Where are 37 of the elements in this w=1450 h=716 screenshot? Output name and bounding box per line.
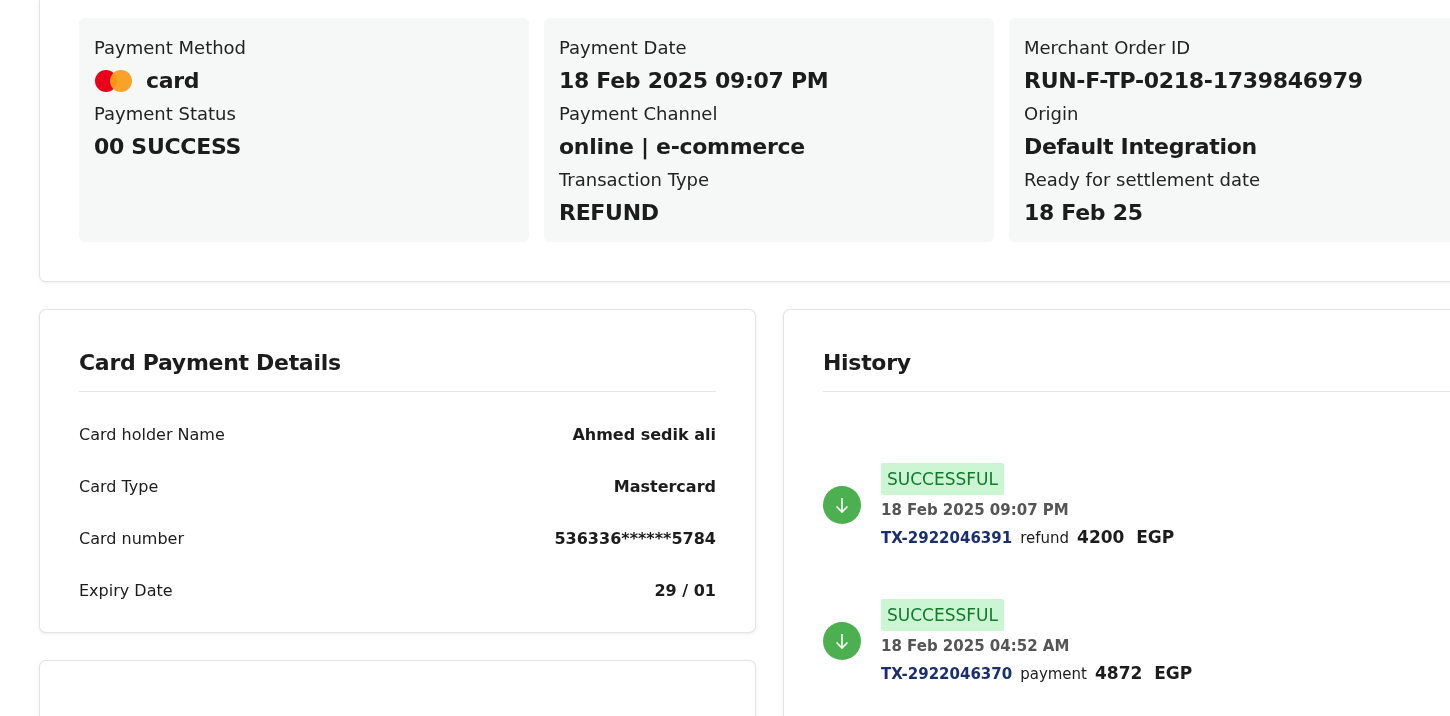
field-value: REFUND <box>559 199 659 227</box>
field-label: Payment Date <box>559 36 688 60</box>
detail-label: Expiry Date <box>79 580 173 600</box>
card-title: History <box>823 350 1450 392</box>
field-value: RUN-F-TP-0218-1739846979 <box>1024 67 1363 95</box>
field-label: Payment Channel <box>559 102 719 126</box>
field-label: Ready for settlement date <box>1024 168 1262 192</box>
detail-value: 29 / 01 <box>654 580 716 600</box>
detail-value: Mastercard <box>613 476 716 496</box>
field-value: 00 SUCCESS <box>94 133 241 161</box>
history-date: 18 Feb 2025 09:07 PM <box>881 500 1069 521</box>
transaction-amount: 4872 EGP <box>1095 663 1193 683</box>
field-value: online | e-commerce <box>559 133 805 162</box>
field-label: Origin <box>1024 102 1080 126</box>
status-badge: SUCCESSFUL <box>881 599 1004 631</box>
detail-label: Card Type <box>79 476 159 496</box>
transaction-type: payment <box>1020 665 1087 683</box>
transaction-link[interactable]: TX-2922046391 <box>881 529 1013 547</box>
field-value: 18 Feb 2025 09:07 PM <box>559 67 829 95</box>
detail-label: Card holder Name <box>79 424 225 444</box>
card-title: Card Payment Details <box>79 350 716 392</box>
transaction-link[interactable]: TX-2922046370 <box>881 665 1013 683</box>
transaction-amount: 4200 EGP <box>1077 527 1175 547</box>
field-label: Payment Method <box>94 36 248 60</box>
detail-value: Ahmed sedik ali <box>572 424 716 444</box>
detail-value: 536336******5784 <box>554 528 716 548</box>
field-label: Transaction Type <box>559 168 711 192</box>
transaction-type: refund <box>1020 529 1070 547</box>
field-value: Default Integration <box>1024 133 1257 161</box>
card-brand-icon <box>94 69 134 93</box>
detail-label: Card number <box>79 528 184 548</box>
field-label: Payment Status <box>94 102 237 126</box>
status-badge: SUCCESSFUL <box>881 463 1004 495</box>
field-value: 18 Feb 25 <box>1024 199 1143 227</box>
history-date: 18 Feb 2025 04:52 AM <box>881 636 1070 657</box>
field-value: card <box>146 67 200 95</box>
field-label: Merchant Order ID <box>1024 36 1192 60</box>
